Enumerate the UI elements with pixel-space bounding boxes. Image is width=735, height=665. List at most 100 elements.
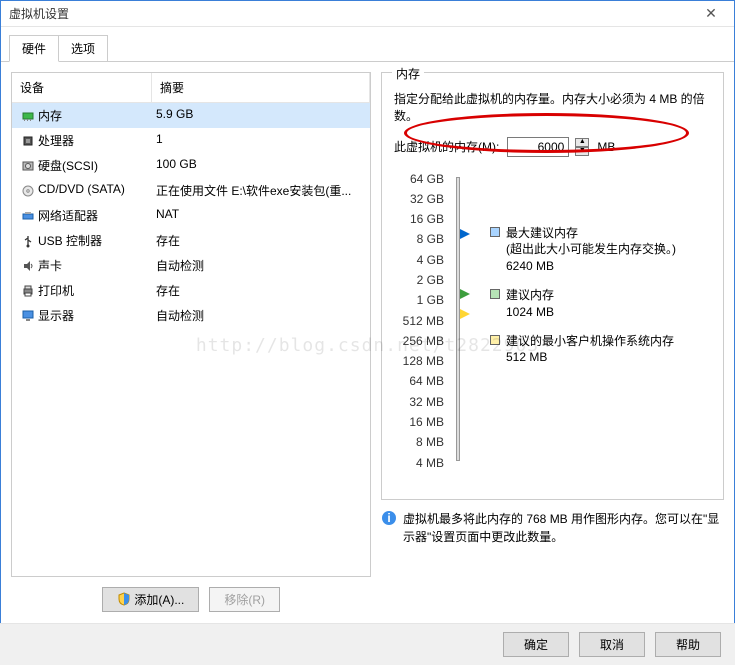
device-summary: 自动检测 bbox=[152, 305, 370, 326]
info-text: 虚拟机最多将此内存的 768 MB 用作图形内存。您可以在"显示器"设置页面中更… bbox=[403, 510, 724, 546]
tick-label: 1 GB bbox=[394, 292, 444, 308]
col-header-device[interactable]: 设备 bbox=[12, 73, 152, 102]
legend-min-title: 建议的最小客户机操作系统内存 bbox=[506, 333, 674, 350]
window-title: 虚拟机设置 bbox=[9, 5, 696, 22]
device-row-sound[interactable]: 声卡自动检测 bbox=[12, 253, 370, 278]
legend-blue-icon bbox=[490, 227, 500, 237]
device-name: 网络适配器 bbox=[38, 205, 152, 226]
tick-label: 2 GB bbox=[394, 272, 444, 288]
close-button[interactable]: ✕ bbox=[696, 5, 726, 22]
legend-green-icon bbox=[490, 289, 500, 299]
tick-label: 128 MB bbox=[394, 353, 444, 369]
device-name: 显示器 bbox=[38, 305, 152, 326]
hdd-icon bbox=[18, 155, 38, 176]
info-icon: i bbox=[381, 510, 397, 526]
svg-text:i: i bbox=[387, 511, 390, 525]
legend-min-value: 512 MB bbox=[506, 349, 674, 366]
col-header-summary[interactable]: 摘要 bbox=[152, 73, 370, 102]
footer: 确定 取消 帮助 bbox=[0, 623, 735, 665]
cancel-button[interactable]: 取消 bbox=[579, 632, 645, 657]
memory-input-row: 此虚拟机的内存(M): ▲ ▼ MB bbox=[394, 137, 711, 157]
spinner-up[interactable]: ▲ bbox=[575, 138, 589, 147]
legend-rec-text: 建议内存 1024 MB bbox=[506, 287, 554, 321]
tick-label: 64 GB bbox=[394, 171, 444, 187]
sound-icon bbox=[18, 255, 38, 276]
ok-button[interactable]: 确定 bbox=[503, 632, 569, 657]
tick-label: 8 MB bbox=[394, 434, 444, 450]
tick-label: 32 GB bbox=[394, 191, 444, 207]
tab-bar: 硬件 选项 bbox=[1, 27, 734, 62]
cpu-icon bbox=[18, 130, 38, 151]
tab-options[interactable]: 选项 bbox=[58, 35, 108, 61]
legend-max-value: 6240 MB bbox=[506, 258, 676, 275]
device-summary: 5.9 GB bbox=[152, 105, 370, 126]
device-row-net[interactable]: 网络适配器NAT bbox=[12, 203, 370, 228]
device-row-display[interactable]: 显示器自动检测 bbox=[12, 303, 370, 328]
memory-unit: MB bbox=[597, 140, 615, 154]
info-block: i 虚拟机最多将此内存的 768 MB 用作图形内存。您可以在"显示器"设置页面… bbox=[381, 510, 724, 546]
marker-max-icon bbox=[460, 229, 470, 239]
device-summary: NAT bbox=[152, 205, 370, 226]
legend-max-text: 最大建议内存 (超出此大小可能发生内存交换。) 6240 MB bbox=[506, 225, 676, 275]
device-row-disc[interactable]: CD/DVD (SATA)正在使用文件 E:\软件exe安装包(重... bbox=[12, 178, 370, 203]
device-name: 硬盘(SCSI) bbox=[38, 155, 152, 176]
legend-item-max: 最大建议内存 (超出此大小可能发生内存交换。) 6240 MB bbox=[490, 225, 711, 275]
titlebar: 虚拟机设置 ✕ bbox=[1, 1, 734, 27]
right-column: 内存 指定分配给此虚拟机的内存量。内存大小必须为 4 MB 的倍数。 此虚拟机的… bbox=[381, 72, 724, 612]
legend-rec-title: 建议内存 bbox=[506, 287, 554, 304]
device-summary: 自动检测 bbox=[152, 255, 370, 276]
device-name: 声卡 bbox=[38, 255, 152, 276]
list-header: 设备 摘要 bbox=[12, 73, 370, 103]
legend-item-min: 建议的最小客户机操作系统内存 512 MB bbox=[490, 333, 711, 367]
device-name: 处理器 bbox=[38, 130, 152, 151]
legend-min-text: 建议的最小客户机操作系统内存 512 MB bbox=[506, 333, 674, 367]
help-button[interactable]: 帮助 bbox=[655, 632, 721, 657]
tick-label: 512 MB bbox=[394, 313, 444, 329]
tab-hardware[interactable]: 硬件 bbox=[9, 35, 59, 62]
list-body: 内存5.9 GB处理器1硬盘(SCSI)100 GBCD/DVD (SATA)正… bbox=[12, 103, 370, 328]
left-buttons: 添加(A)... 移除(R) bbox=[11, 577, 371, 612]
slider-tick-labels: 64 GB32 GB16 GB8 GB4 GB2 GB1 GB512 MB256… bbox=[394, 171, 450, 471]
tick-label: 256 MB bbox=[394, 333, 444, 349]
device-name: USB 控制器 bbox=[38, 230, 152, 251]
marker-rec-icon bbox=[460, 289, 470, 299]
tick-label: 4 GB bbox=[394, 252, 444, 268]
device-row-printer[interactable]: 打印机存在 bbox=[12, 278, 370, 303]
device-row-hdd[interactable]: 硬盘(SCSI)100 GB bbox=[12, 153, 370, 178]
legend-max-title: 最大建议内存 bbox=[506, 225, 676, 242]
device-summary: 100 GB bbox=[152, 155, 370, 176]
usb-icon bbox=[18, 230, 38, 251]
spinner-down[interactable]: ▼ bbox=[575, 147, 589, 156]
tick-label: 16 MB bbox=[394, 414, 444, 430]
memory-icon bbox=[18, 105, 38, 126]
device-name: 打印机 bbox=[38, 280, 152, 301]
memory-input[interactable] bbox=[507, 137, 569, 157]
device-row-usb[interactable]: USB 控制器存在 bbox=[12, 228, 370, 253]
shield-icon bbox=[117, 592, 131, 606]
legend-yellow-icon bbox=[490, 335, 500, 345]
add-button-label: 添加(A)... bbox=[134, 593, 184, 607]
group-title: 内存 bbox=[392, 65, 424, 82]
device-row-memory[interactable]: 内存5.9 GB bbox=[12, 103, 370, 128]
slider-track[interactable] bbox=[450, 171, 476, 471]
disc-icon bbox=[18, 180, 38, 201]
track-line bbox=[456, 177, 460, 461]
content-area: 设备 摘要 内存5.9 GB处理器1硬盘(SCSI)100 GBCD/DVD (… bbox=[1, 62, 734, 622]
net-icon bbox=[18, 205, 38, 226]
add-button[interactable]: 添加(A)... bbox=[102, 587, 199, 612]
memory-input-label: 此虚拟机的内存(M): bbox=[394, 138, 499, 155]
tick-label: 4 MB bbox=[394, 455, 444, 471]
remove-button: 移除(R) bbox=[209, 587, 280, 612]
legend: 最大建议内存 (超出此大小可能发生内存交换。) 6240 MB 建议内存 102… bbox=[476, 171, 711, 471]
device-summary: 存在 bbox=[152, 280, 370, 301]
device-row-cpu[interactable]: 处理器1 bbox=[12, 128, 370, 153]
memory-slider-area: 64 GB32 GB16 GB8 GB4 GB2 GB1 GB512 MB256… bbox=[394, 171, 711, 471]
tick-label: 8 GB bbox=[394, 231, 444, 247]
memory-group: 内存 指定分配给此虚拟机的内存量。内存大小必须为 4 MB 的倍数。 此虚拟机的… bbox=[381, 72, 724, 500]
legend-rec-value: 1024 MB bbox=[506, 304, 554, 321]
display-icon bbox=[18, 305, 38, 326]
settings-window: 虚拟机设置 ✕ 硬件 选项 设备 摘要 内存5.9 GB处理器1硬盘(SCSI)… bbox=[0, 0, 735, 665]
legend-item-rec: 建议内存 1024 MB bbox=[490, 287, 711, 321]
device-summary: 存在 bbox=[152, 230, 370, 251]
left-column: 设备 摘要 内存5.9 GB处理器1硬盘(SCSI)100 GBCD/DVD (… bbox=[11, 72, 371, 612]
